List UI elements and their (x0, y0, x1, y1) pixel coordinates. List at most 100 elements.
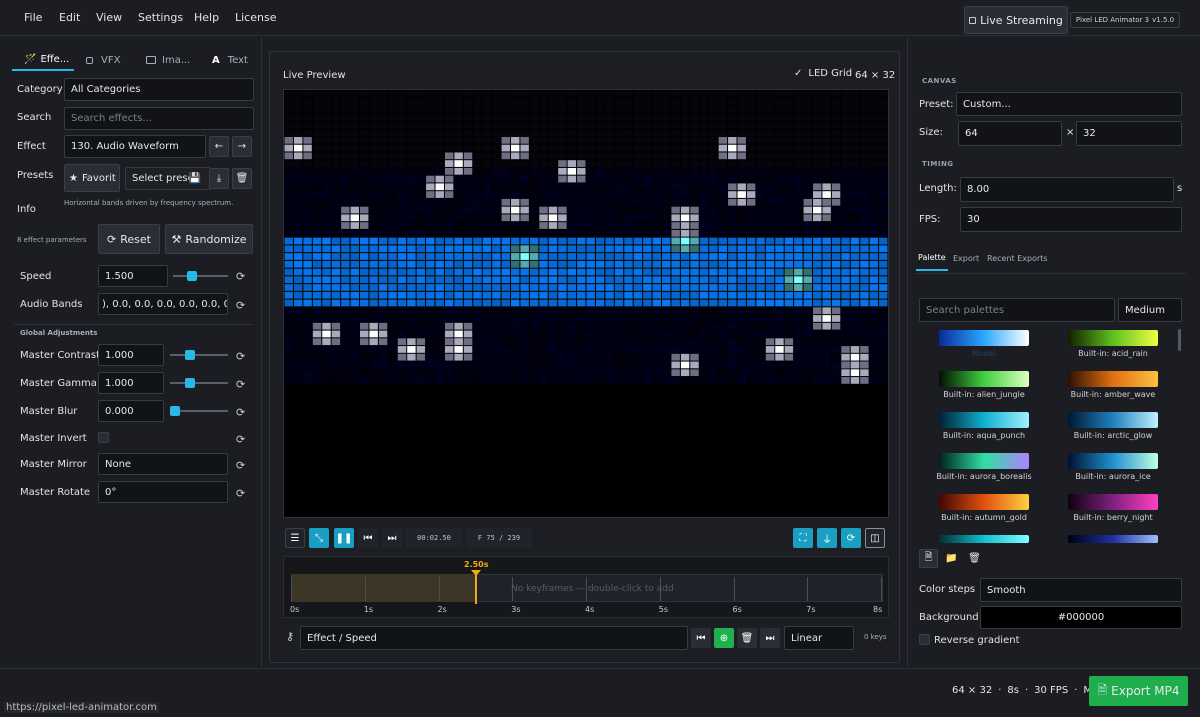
audio-bands-reset-icon[interactable]: ⟳ (236, 299, 245, 312)
master-contrast-thumb[interactable] (184, 350, 195, 360)
master-contrast-reset-icon[interactable]: ⟳ (236, 350, 245, 363)
prev-effect-button[interactable]: ← (209, 136, 229, 157)
palette-swatch[interactable] (1068, 453, 1158, 469)
palette-scrollbar[interactable] (1178, 329, 1181, 351)
master-blur-input[interactable]: 0.000 (98, 400, 164, 422)
save-preset-button[interactable]: 💾 (185, 168, 205, 189)
menu-settings[interactable]: Settings (138, 11, 183, 24)
randomize-button[interactable]: ⚒ Randomize (165, 224, 253, 254)
palette-search-input[interactable]: Search palettes (919, 298, 1115, 322)
length-input[interactable]: 8.00 (960, 177, 1174, 202)
next-effect-button[interactable]: → (232, 136, 252, 157)
favorite-button[interactable]: ★ Favorit (64, 164, 120, 192)
palette-swatch[interactable] (939, 535, 1029, 543)
effect-search-input[interactable]: Search effects... (64, 107, 254, 130)
tab-image[interactable]: Ima... (146, 49, 190, 71)
step-forward-button[interactable]: ⏭ (382, 528, 402, 548)
playhead-handle[interactable] (471, 570, 481, 576)
website-url[interactable]: https://pixel-led-animator.com (4, 702, 159, 713)
palette-swatch[interactable] (1068, 535, 1158, 543)
tab-effects[interactable]: 🪄 Effe... (12, 49, 74, 71)
led-grid-toggle[interactable]: ✓ LED Grid (794, 68, 852, 79)
live-streaming-button[interactable]: Live Streaming (964, 6, 1068, 34)
menu-edit[interactable]: Edit (59, 11, 80, 24)
menu-button[interactable]: ☰ (285, 528, 305, 548)
color-steps-select[interactable]: Smooth (980, 578, 1182, 602)
menu-file[interactable]: File (24, 11, 42, 24)
speed-slider[interactable] (173, 271, 228, 281)
master-rotate-select[interactable]: 0° (98, 481, 228, 503)
master-contrast-input[interactable]: 1.000 (98, 344, 164, 366)
master-mirror-reset-icon[interactable]: ⟳ (236, 459, 245, 472)
reset-button[interactable]: ⟳ Reset (98, 224, 160, 254)
speed-input[interactable]: 1.500 (98, 265, 168, 287)
palette-swatch[interactable] (1068, 494, 1158, 510)
tab-vfx[interactable]: VFX (86, 49, 120, 71)
master-invert-reset-icon[interactable]: ⟳ (236, 433, 245, 446)
led-preview-canvas[interactable] (283, 89, 889, 518)
master-blur-thumb[interactable] (170, 406, 180, 416)
palette-swatch[interactable] (1068, 330, 1158, 346)
palette-swatch[interactable] (1068, 371, 1158, 387)
speed-thumb[interactable] (186, 271, 197, 281)
prev-keyframe-button[interactable]: ⏮ (691, 628, 711, 648)
tab-palette[interactable]: Palette (916, 253, 948, 271)
layout-button[interactable]: ◫ (865, 528, 885, 548)
next-keyframe-button[interactable]: ⏭ (760, 628, 780, 648)
palette-size-select[interactable]: Medium (1118, 298, 1182, 322)
audio-bands-input[interactable]: ), 0.0, 0.0, 0.0, 0.0, 0.0, 0.0] (98, 293, 228, 315)
delete-keyframe-button[interactable]: 🗑 (737, 628, 757, 648)
menu-help[interactable]: Help (194, 11, 219, 24)
step-back-button[interactable]: ⏮ (358, 528, 378, 548)
palette-swatch[interactable] (939, 453, 1029, 469)
tab-text[interactable]: A Text (212, 49, 248, 71)
master-gamma-slider[interactable] (170, 378, 228, 388)
palette-swatch[interactable] (939, 412, 1029, 428)
master-gamma-input[interactable]: 1.000 (98, 372, 164, 394)
palette-swatch[interactable] (939, 371, 1029, 387)
pause-button[interactable]: ❚❚ (334, 528, 354, 548)
master-gamma-thumb[interactable] (184, 378, 195, 388)
length-label: Length: (919, 183, 957, 194)
palette-search-placeholder: Search palettes (926, 304, 1005, 316)
master-blur-slider[interactable] (170, 406, 228, 416)
tab-recent-exports[interactable]: Recent Exports (987, 254, 1048, 263)
menu-license[interactable]: License (235, 11, 276, 24)
vfx-icon (86, 56, 93, 64)
delete-preset-button[interactable]: 🗑 (232, 168, 252, 189)
background-color-input[interactable]: #000000 (980, 606, 1182, 629)
delete-palette-button[interactable]: 🗑 (965, 549, 984, 568)
master-invert-checkbox[interactable] (98, 432, 109, 443)
category-select[interactable]: All Categories (64, 78, 254, 101)
fps-label: FPS: (919, 214, 941, 225)
master-rotate-reset-icon[interactable]: ⟳ (236, 487, 245, 500)
width-input[interactable]: 64 (958, 121, 1062, 146)
interpolation-select[interactable]: Linear (784, 626, 854, 650)
master-blur-reset-icon[interactable]: ⟳ (236, 406, 245, 419)
import-palette-button[interactable]: 🗎 (919, 549, 938, 568)
reverse-gradient-checkbox[interactable] (919, 634, 930, 645)
palette-swatch[interactable] (939, 494, 1029, 510)
fit-button[interactable]: ⤡ (309, 528, 329, 548)
add-keyframe-button[interactable]: ⊕ (714, 628, 734, 648)
connect-button[interactable]: ⏚ (817, 528, 837, 548)
loop-button[interactable]: ⟳ (841, 528, 861, 548)
menu-view[interactable]: View (96, 11, 122, 24)
export-mp4-button[interactable]: 🗎 Export MP4 (1089, 676, 1188, 706)
canvas-preset-select[interactable]: Custom... (956, 92, 1182, 116)
master-gamma-reset-icon[interactable]: ⟳ (236, 378, 245, 391)
master-mirror-select[interactable]: None (98, 453, 228, 475)
keyframe-param-select[interactable]: Effect / Speed (300, 626, 688, 650)
speed-reset-icon[interactable]: ⟳ (236, 270, 245, 283)
open-folder-button[interactable]: 📁 (942, 549, 961, 568)
timeline[interactable]: 0s 1s 2s 3s 4s 5s 6s 7s 8s No keyframes — double… (283, 556, 889, 618)
download-preset-button[interactable]: ⤓ (209, 168, 229, 189)
fps-input[interactable]: 30 (960, 207, 1182, 232)
effect-select[interactable]: 130. Audio Waveform (64, 135, 206, 158)
master-contrast-slider[interactable] (170, 350, 228, 360)
palette-swatch[interactable] (939, 330, 1029, 346)
fullscreen-button[interactable]: ⛶ (793, 528, 813, 548)
height-input[interactable]: 32 (1076, 121, 1182, 146)
palette-swatch[interactable] (1068, 412, 1158, 428)
tab-export[interactable]: Export (953, 254, 979, 263)
